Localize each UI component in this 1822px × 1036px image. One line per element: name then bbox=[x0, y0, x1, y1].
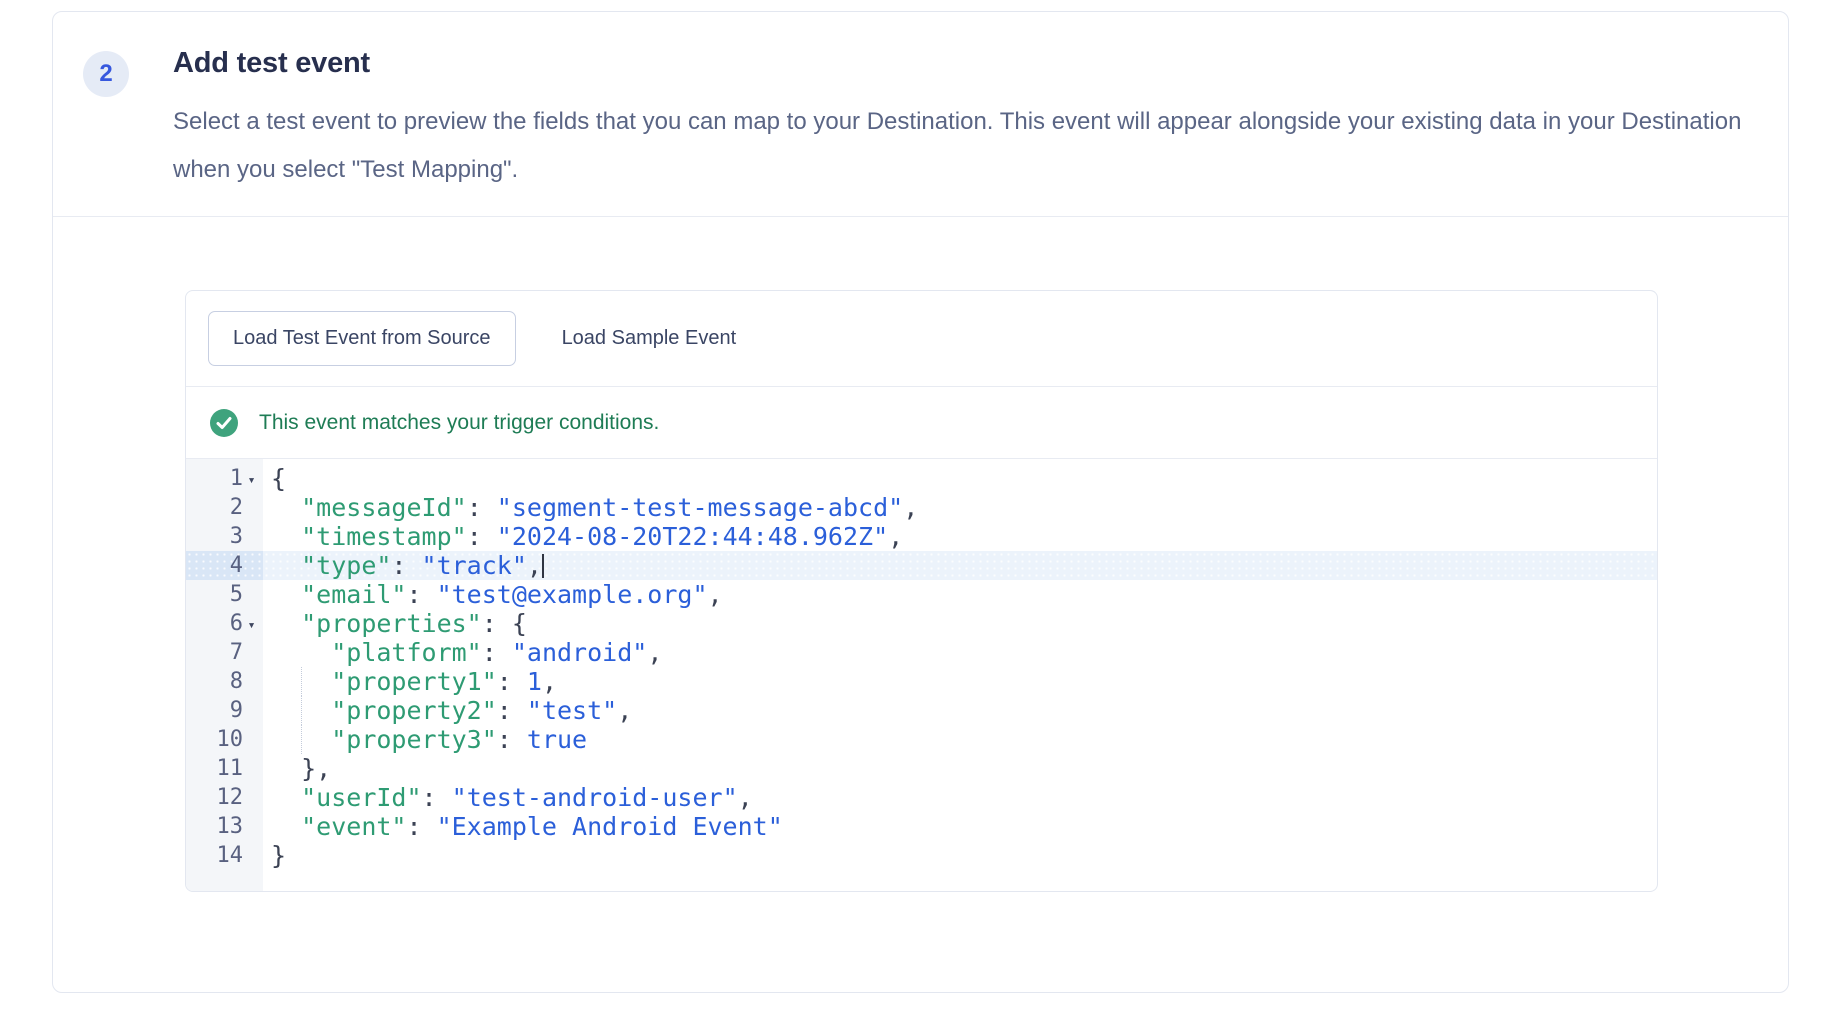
line-number: 10 bbox=[186, 725, 263, 754]
check-circle-icon bbox=[210, 409, 238, 437]
step-number-badge: 2 bbox=[83, 51, 129, 97]
code-line[interactable]: "event": "Example Android Event" bbox=[263, 812, 1657, 841]
load-test-event-button[interactable]: Load Test Event from Source bbox=[208, 311, 516, 366]
step-card: 2 Add test event Select a test event to … bbox=[52, 11, 1789, 993]
page-title: Add test event bbox=[173, 47, 1744, 80]
code-line[interactable]: "property2": "test", bbox=[263, 696, 1657, 725]
line-number: 12 bbox=[186, 783, 263, 812]
line-number: 2 bbox=[186, 493, 263, 522]
code-line[interactable]: "type": "track", bbox=[263, 551, 1657, 580]
code-line[interactable]: "timestamp": "2024-08-20T22:44:48.962Z", bbox=[263, 522, 1657, 551]
editor-gutter: 1▾23456▾7891011121314 bbox=[186, 459, 263, 892]
code-line[interactable]: "platform": "android", bbox=[263, 638, 1657, 667]
indent-guide bbox=[301, 725, 302, 754]
indent-guide bbox=[301, 696, 302, 725]
code-line[interactable]: "email": "test@example.org", bbox=[263, 580, 1657, 609]
step-header: 2 Add test event Select a test event to … bbox=[53, 12, 1788, 217]
code-line[interactable]: "messageId": "segment-test-message-abcd"… bbox=[263, 493, 1657, 522]
line-number: 7 bbox=[186, 638, 263, 667]
editor-code-area[interactable]: { "messageId": "segment-test-message-abc… bbox=[263, 459, 1657, 892]
status-message: This event matches your trigger conditio… bbox=[259, 411, 659, 435]
line-number: 9 bbox=[186, 696, 263, 725]
load-sample-event-button[interactable]: Load Sample Event bbox=[562, 327, 737, 350]
code-line[interactable]: } bbox=[263, 841, 1657, 870]
line-number: 6▾ bbox=[186, 609, 263, 638]
step-description: Select a test event to preview the field… bbox=[173, 98, 1744, 194]
code-line[interactable]: "property3": true bbox=[263, 725, 1657, 754]
code-line[interactable]: { bbox=[263, 464, 1657, 493]
event-loader-toolbar: Load Test Event from Source Load Sample … bbox=[186, 291, 1657, 387]
fold-arrow-icon[interactable]: ▾ bbox=[248, 618, 256, 633]
trigger-match-status: This event matches your trigger conditio… bbox=[186, 387, 1657, 459]
fold-arrow-icon[interactable]: ▾ bbox=[248, 473, 256, 488]
code-line[interactable]: "property1": 1, bbox=[263, 667, 1657, 696]
code-line[interactable]: }, bbox=[263, 754, 1657, 783]
line-number: 5 bbox=[186, 580, 263, 609]
line-number: 1▾ bbox=[186, 464, 263, 493]
line-number: 11 bbox=[186, 754, 263, 783]
indent-guide bbox=[301, 667, 302, 696]
text-cursor bbox=[542, 554, 544, 578]
line-number: 4 bbox=[186, 551, 263, 580]
test-event-panel: Load Test Event from Source Load Sample … bbox=[185, 290, 1658, 892]
json-code-editor[interactable]: 1▾23456▾7891011121314 { "messageId": "se… bbox=[186, 459, 1657, 892]
code-line[interactable]: "properties": { bbox=[263, 609, 1657, 638]
line-number: 3 bbox=[186, 522, 263, 551]
line-number: 8 bbox=[186, 667, 263, 696]
code-line[interactable]: "userId": "test-android-user", bbox=[263, 783, 1657, 812]
line-number: 14 bbox=[186, 841, 263, 870]
line-number: 13 bbox=[186, 812, 263, 841]
